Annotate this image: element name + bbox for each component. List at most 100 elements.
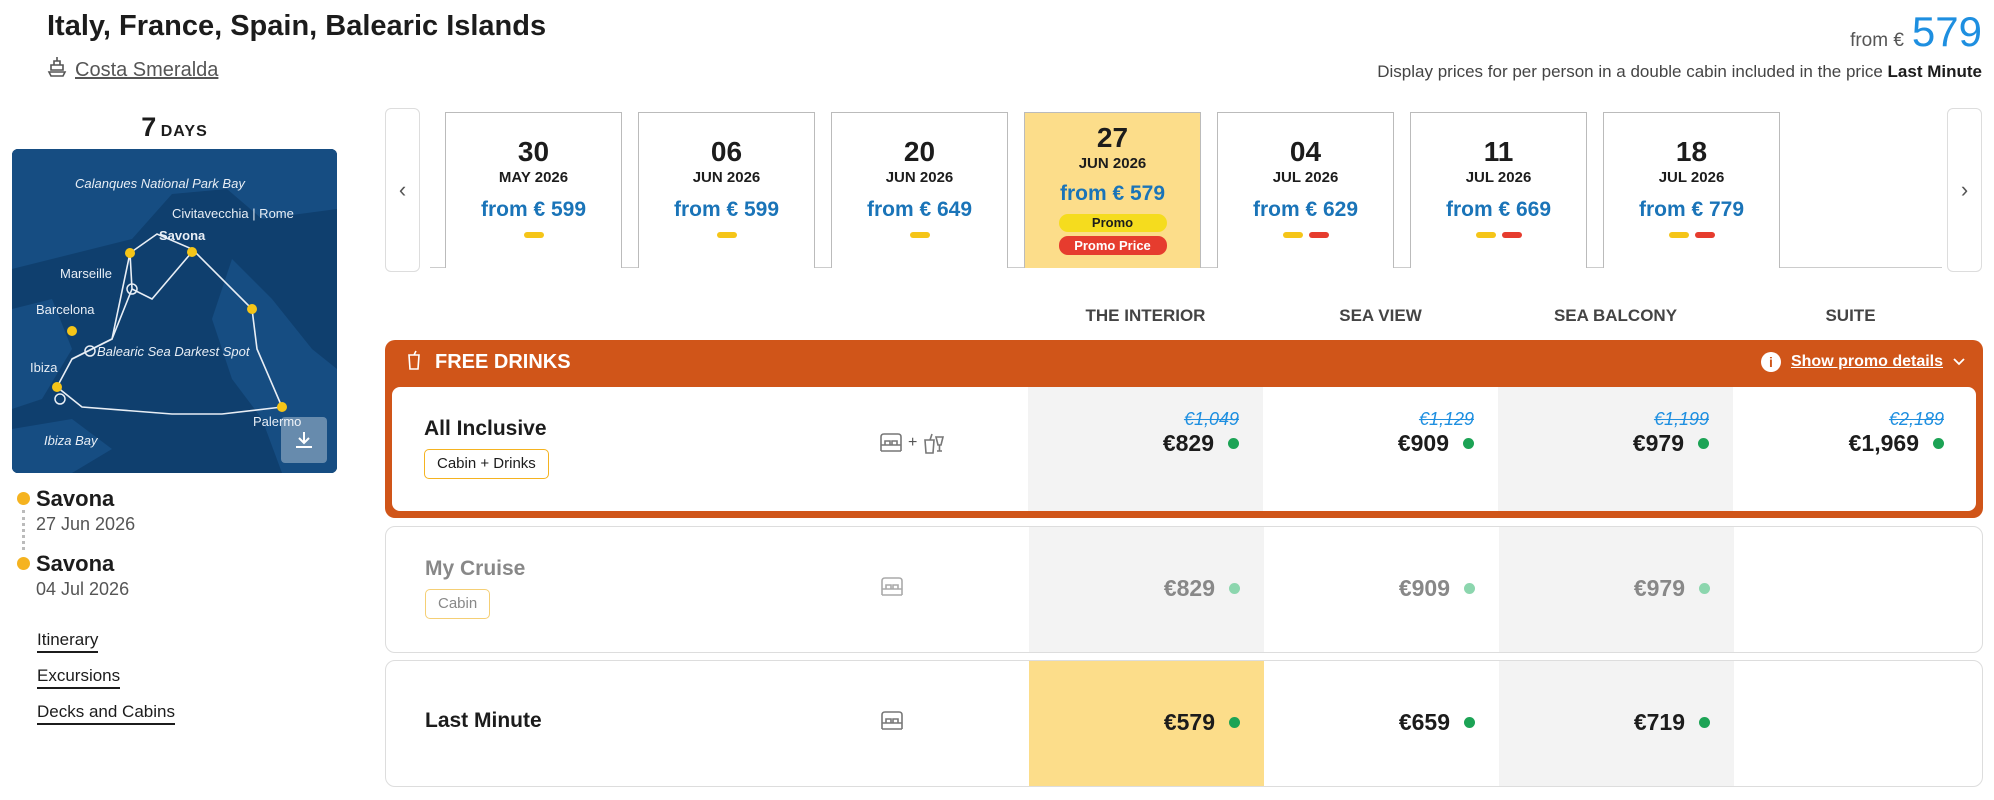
ship-icon (47, 56, 67, 84)
departure-date: 27 Jun 2026 (36, 514, 136, 534)
ship-link[interactable]: Costa Smeralda (47, 56, 218, 84)
price-note-text: Display prices for per person in a doubl… (1377, 62, 1883, 81)
date-day: 18 (1675, 136, 1708, 167)
map-label-balearic: Balearic Sea Darkest Spot (97, 344, 251, 359)
availability-mark (1282, 232, 1303, 238)
bed-icon (881, 577, 903, 596)
price-cell-sea-balcony[interactable]: €979 (1499, 527, 1734, 652)
date-price: from € 599 (480, 198, 587, 221)
price-cell-sea-view[interactable]: €659 (1264, 661, 1499, 786)
promo-title: FREE DRINKS (435, 351, 571, 373)
current-price: €829 (1163, 575, 1215, 601)
map-label-calanques: Calanques National Park Bay (75, 176, 246, 191)
availability-marks (446, 232, 621, 238)
cruise-links: Itinerary Excursions Decks and Cabins (37, 630, 175, 738)
available-dot (1228, 438, 1239, 449)
current-price: €719 (1633, 709, 1685, 735)
days-label: DAYS (160, 123, 208, 140)
chevron-down-icon (1953, 358, 1965, 366)
plus-sign: + (908, 434, 918, 451)
date-month: MAY 2026 (498, 169, 569, 186)
price-cell-interior-selected[interactable]: €579 (1029, 661, 1264, 786)
price-amount: 579 (1911, 8, 1982, 55)
info-icon: i (1760, 352, 1781, 372)
date-price: from € 669 (1445, 198, 1552, 221)
available-dot (1699, 717, 1710, 728)
price-cell-sea-balcony[interactable]: €719 (1499, 661, 1734, 786)
old-price: €2,189 (1888, 409, 1944, 429)
price-cell-suite[interactable]: €2,189 €1,969 (1733, 387, 1968, 511)
date-card[interactable]: 20 JUN 2026 from € 649 (831, 112, 1008, 268)
date-price: from € 599 (673, 198, 780, 221)
promo-mark (1501, 232, 1522, 238)
fare-row-my-cruise[interactable]: €829 €909 €979 My Cruise Cabin (385, 526, 1983, 653)
date-price: from € 649 (866, 198, 973, 221)
current-price: €909 (1397, 430, 1449, 456)
available-dot (1464, 583, 1475, 594)
promo-price-badge: Promo Price (1058, 236, 1167, 255)
date-card[interactable]: 11 JUL 2026 from € 669 (1410, 112, 1587, 268)
promo-badge: Promo (1058, 214, 1167, 232)
old-price: €1,049 (1183, 409, 1239, 429)
price-cell-interior[interactable]: €1,049 €829 (1028, 387, 1263, 511)
old-price: €1,199 (1653, 409, 1709, 429)
price-cell-sea-balcony[interactable]: €1,199 €979 (1498, 387, 1733, 511)
date-card-selected[interactable]: 27 JUN 2026 from € 579 Promo Promo Price (1024, 112, 1201, 268)
old-price: €1,129 (1418, 409, 1474, 429)
date-card[interactable]: 30 MAY 2026 from € 599 (445, 112, 622, 268)
fare-icons (879, 575, 905, 599)
available-dot (1933, 438, 1944, 449)
price-note: Display prices for per person in a doubl… (1377, 62, 1982, 82)
current-price: €979 (1632, 430, 1684, 456)
date-day: 04 (1289, 136, 1322, 167)
fare-tag: Cabin (425, 589, 491, 619)
current-price: €829 (1162, 430, 1214, 456)
date-month: JUL 2026 (1272, 169, 1339, 186)
column-header-sea-view: SEA VIEW (1339, 306, 1422, 325)
fare-row-last-minute[interactable]: €579 €659 €719 Last Minute (385, 660, 1983, 787)
column-header-interior: THE INTERIOR (1085, 306, 1206, 325)
price-cell-sea-view[interactable]: €909 (1264, 527, 1499, 652)
date-price: from € 779 (1638, 198, 1745, 221)
available-dot (1229, 717, 1240, 728)
date-price: from € 629 (1252, 198, 1359, 221)
fare-name: All Inclusive (424, 417, 547, 440)
date-day: 27 (1096, 122, 1129, 153)
ship-name[interactable]: Costa Smeralda (75, 59, 218, 82)
current-price: €979 (1633, 575, 1685, 601)
date-card[interactable]: 06 JUN 2026 from € 599 (638, 112, 815, 268)
chevron-right-icon: › (1960, 177, 1969, 202)
date-card[interactable]: 04 JUL 2026 from € 629 (1217, 112, 1394, 268)
excursions-link[interactable]: Excursions (37, 666, 121, 689)
itinerary-link[interactable]: Itinerary (37, 630, 99, 653)
show-promo-details-label[interactable]: Show promo details (1791, 353, 1943, 371)
price-cell-interior[interactable]: €829 (1029, 527, 1264, 652)
show-promo-details-link[interactable]: i Show promo details (1760, 352, 1965, 372)
header-price: from € 579 (1850, 8, 1982, 56)
departure-port: Savona 27 Jun 2026 (14, 486, 135, 535)
next-dates-button[interactable]: › (1947, 108, 1982, 272)
availability-mark (716, 232, 737, 238)
pin-icon (17, 557, 30, 570)
date-day: 30 (517, 136, 550, 167)
days-number: 7 (141, 112, 157, 142)
availability-marks (832, 232, 1007, 238)
map-label-barcelona: Barcelona (36, 302, 95, 317)
date-day: 11 (1483, 136, 1514, 167)
prev-dates-button[interactable]: ‹ (385, 108, 420, 272)
date-card[interactable]: 18 JUL 2026 from € 779 (1603, 112, 1780, 268)
departure-port-name: Savona (36, 486, 115, 511)
map-label-civitavecchia: Civitavecchia | Rome (172, 206, 294, 221)
current-price: €579 (1163, 709, 1215, 735)
date-day: 20 (903, 136, 936, 167)
price-cell-sea-view[interactable]: €1,129 €909 (1263, 387, 1498, 511)
itinerary-map[interactable]: Calanques National Park Bay Civitavecchi… (12, 149, 337, 473)
fare-row-all-inclusive[interactable]: €1,049 €829 €1,129 €909 €1,199 €979 €2,1… (392, 387, 1976, 511)
map-label-ibiza-bay: Ibiza Bay (44, 433, 99, 448)
date-month: JUN 2026 (1078, 155, 1147, 172)
current-price: €659 (1398, 709, 1450, 735)
download-icon[interactable] (281, 417, 327, 463)
available-dot (1229, 583, 1240, 594)
decks-and-cabins-link[interactable]: Decks and Cabins (37, 702, 175, 725)
map-label-savona: Savona (159, 228, 206, 243)
